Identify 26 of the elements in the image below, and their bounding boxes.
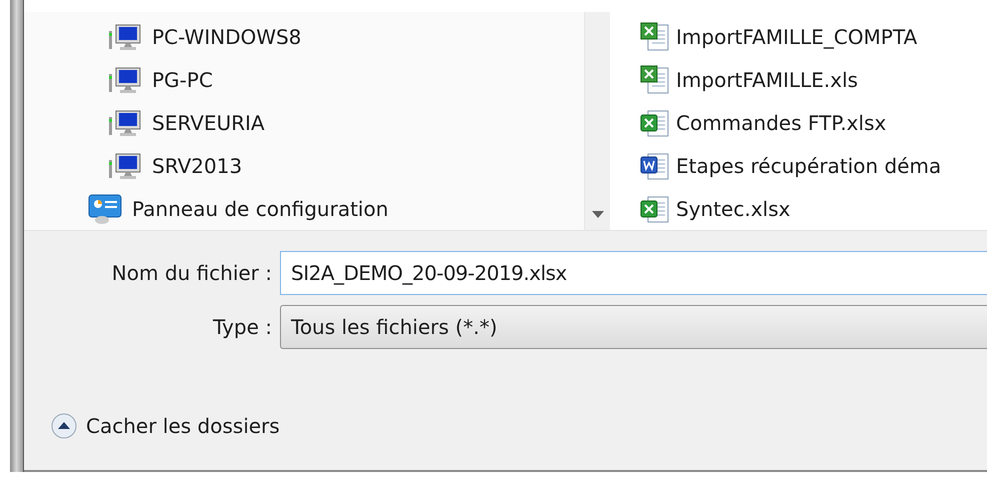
type-label: Type : [212,315,272,339]
document-icon [640,150,670,181]
spreadsheet-icon [640,194,670,224]
navigation-item[interactable]: SERVEURIA [108,102,269,144]
computer-icon [108,152,142,180]
navigation-item[interactable]: Panneau de configuration [88,187,392,230]
file-item[interactable]: Syntec.xlsx [640,187,790,230]
scroll-down-arrow-icon[interactable] [592,211,604,218]
navigation-item[interactable]: PG-PC [108,58,217,102]
navigation-item[interactable]: SRV2013 [108,144,246,188]
file-item[interactable]: ImportFAMILLE.xls [640,58,858,102]
spreadsheet-icon [640,65,670,96]
computer-icon [108,108,142,137]
filename-label: Nom du fichier : [112,261,272,285]
file-item[interactable]: Etapes récupération déma [640,144,942,188]
computer-icon [108,23,142,52]
spreadsheet-icon [640,22,670,52]
file-item[interactable]: Commandes FTP.xlsx [640,102,886,144]
control-panel-icon [88,192,122,225]
navigation-item[interactable]: PC-WINDOWS8 [108,16,306,59]
computer-icon [108,66,142,94]
filename-field[interactable]: SI2A_DEMO_20-09-2019.xlsx [280,251,987,295]
spreadsheet-icon [640,108,670,138]
hide-folders-button[interactable]: Cacher les dossiers [50,411,280,441]
file-item[interactable]: ImportFAMILLE_COMPTA [640,16,918,59]
type-dropdown[interactable]: Tous les fichiers (*.*) [280,305,987,349]
